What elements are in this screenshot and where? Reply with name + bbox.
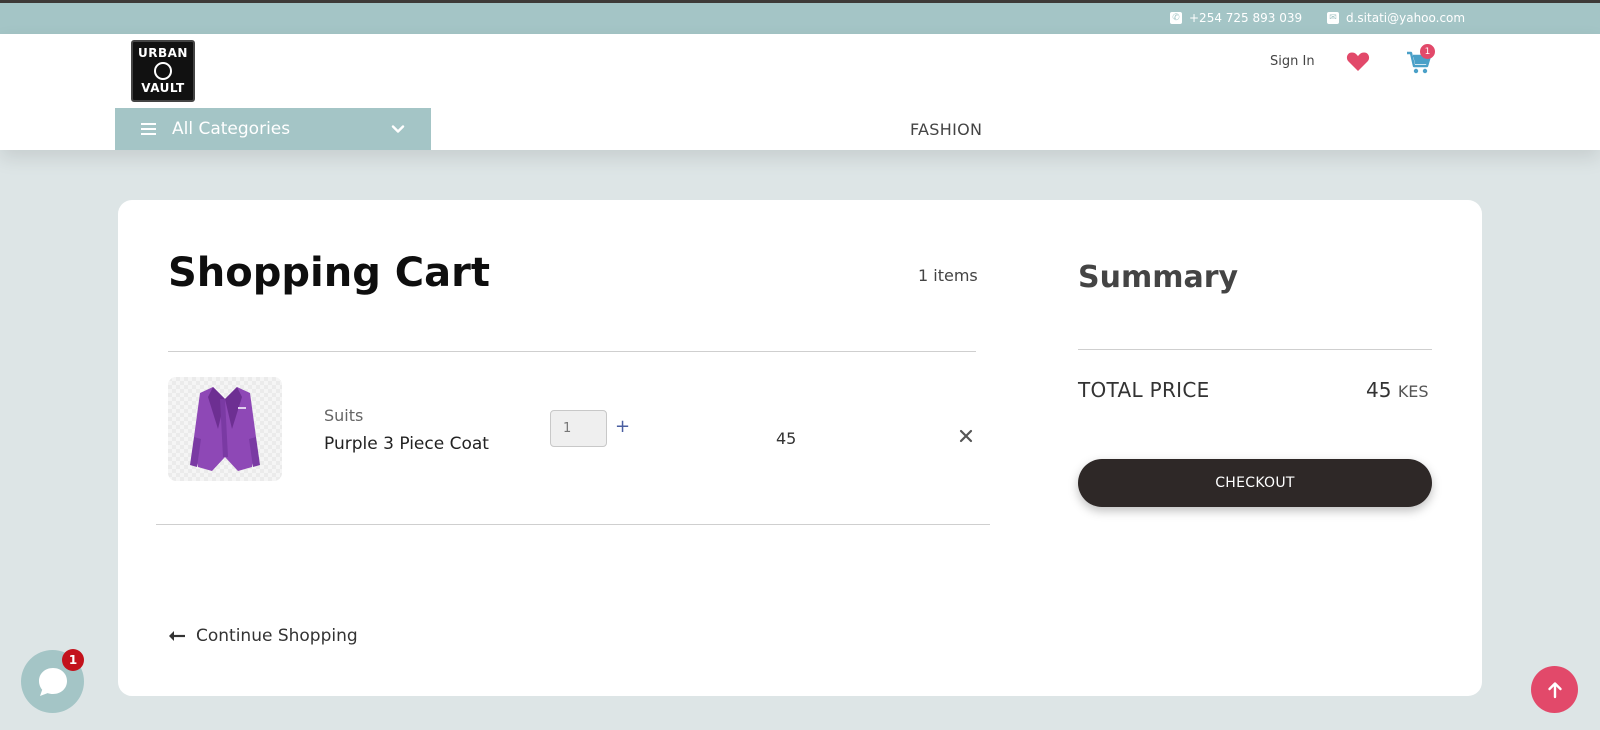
arrow-left-icon — [169, 631, 185, 641]
checkout-button[interactable]: CHECKOUT — [1078, 459, 1432, 507]
sign-in-link[interactable]: Sign In — [1270, 54, 1315, 69]
site-logo[interactable]: URBAN VAULT — [131, 40, 195, 102]
email-contact[interactable]: ✉ d.sitati@yahoo.com — [1327, 11, 1465, 25]
logo-text-top: URBAN — [138, 46, 188, 61]
chevron-down-icon — [391, 125, 405, 133]
total-price-label: TOTAL PRICE — [1078, 378, 1210, 402]
arrow-up-icon — [1547, 681, 1562, 698]
cart-card: Shopping Cart 1 items Suits Purple 3 Pie… — [118, 200, 1482, 696]
product-category: Suits — [324, 406, 364, 425]
email-address: d.sitati@yahoo.com — [1346, 11, 1466, 25]
menu-icon — [141, 123, 156, 135]
logo-text-bottom: VAULT — [141, 81, 185, 95]
top-contact-bar: ✆ +254 725 893 039 ✉ d.sitati@yahoo.com — [0, 0, 1600, 34]
product-name[interactable]: Purple 3 Piece Coat — [324, 434, 489, 454]
remove-item-close-icon[interactable] — [958, 428, 974, 444]
summary-title: Summary — [1078, 260, 1239, 295]
back-to-top-button[interactable] — [1531, 666, 1578, 713]
product-image[interactable] — [168, 377, 282, 481]
continue-shopping-label: Continue Shopping — [196, 626, 358, 646]
chat-bubble-icon — [38, 667, 67, 696]
mail-icon: ✉ — [1327, 12, 1339, 24]
phone-contact[interactable]: ✆ +254 725 893 039 — [1170, 11, 1302, 25]
site-header: URBAN VAULT Sign In 1 All Categories FAS… — [0, 34, 1600, 150]
divider — [156, 524, 990, 525]
currency-label: KES — [1397, 382, 1429, 401]
items-count: 1 items — [918, 266, 978, 285]
all-categories-label: All Categories — [172, 119, 291, 139]
increase-quantity-button[interactable]: + — [615, 416, 630, 437]
chat-notification-badge: 1 — [62, 649, 84, 671]
divider — [1078, 349, 1432, 350]
phone-number: +254 725 893 039 — [1189, 11, 1303, 25]
logo-seal-icon — [154, 62, 172, 80]
phone-icon: ✆ — [1170, 12, 1182, 24]
page-title: Shopping Cart — [168, 250, 490, 296]
nav-link-fashion[interactable]: FASHION — [910, 120, 982, 139]
total-price-value: 45 KES — [1366, 378, 1429, 402]
cart-count-badge: 1 — [1420, 44, 1435, 59]
total-amount: 45 — [1366, 378, 1392, 402]
all-categories-dropdown[interactable]: All Categories — [115, 108, 431, 150]
line-item-price: 45 — [776, 429, 797, 448]
wishlist-heart-icon[interactable] — [1346, 50, 1370, 72]
divider — [168, 351, 976, 352]
continue-shopping-link[interactable]: Continue Shopping — [168, 626, 358, 646]
quantity-input[interactable] — [550, 410, 607, 447]
